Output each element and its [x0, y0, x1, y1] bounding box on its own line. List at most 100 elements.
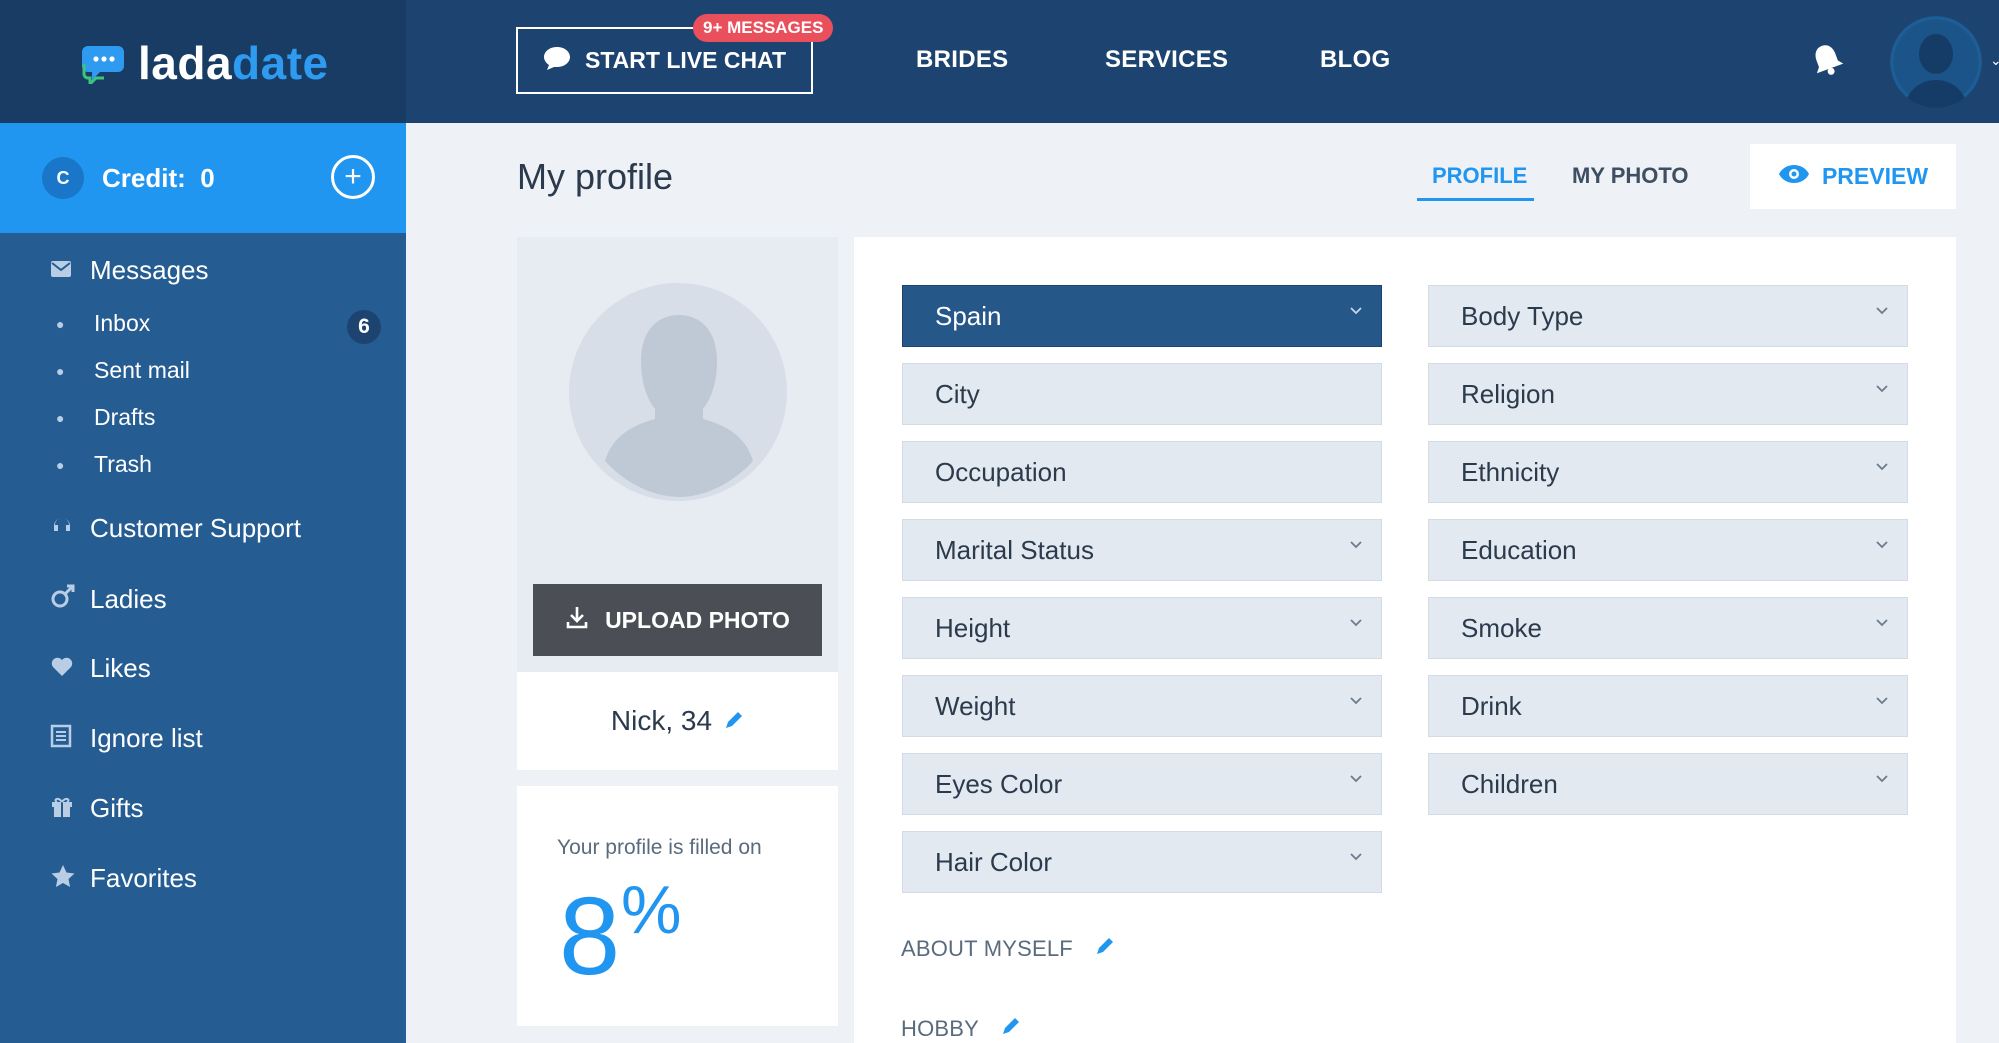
logo-text: ladadate [138, 36, 329, 90]
bell-icon[interactable] [1810, 42, 1844, 83]
preview-button[interactable]: PREVIEW [1750, 144, 1956, 209]
completion-unit: % [621, 872, 682, 948]
logo-text-date: date [232, 37, 329, 89]
select-smoke[interactable]: Smoke [1428, 597, 1908, 659]
sidebar: C Credit: 0 + Messages ● Inbox ● Sent mail… [0, 123, 406, 1043]
logo-area: ladadate [0, 0, 406, 123]
preview-label: PREVIEW [1821, 163, 1929, 189]
user-name-card: Nick, 34 [517, 672, 838, 770]
completion-value: 8 [559, 875, 621, 998]
select-religion[interactable]: Religion [1428, 363, 1908, 425]
sidebar-sub-label: Inbox [94, 310, 151, 336]
select-ethnicity[interactable]: Ethnicity [1428, 441, 1908, 503]
chevron-down-icon [1876, 307, 1888, 315]
logo[interactable]: ladadate [82, 36, 329, 90]
sidebar-item-drafts[interactable]: ● Drafts [56, 404, 155, 431]
nav-blog[interactable]: BLOG [1320, 46, 1391, 74]
pencil-icon[interactable] [724, 705, 744, 737]
bullet-icon: ● [56, 362, 65, 379]
sidebar-item-sent-mail[interactable]: ● Sent mail [56, 357, 190, 384]
avatar-placeholder [569, 283, 787, 501]
chevron-down-icon [1350, 619, 1362, 627]
add-credit-button[interactable]: + [331, 155, 375, 199]
download-icon [565, 605, 589, 635]
chevron-down-icon [1876, 697, 1888, 705]
sidebar-item-inbox[interactable]: ● Inbox [56, 310, 150, 337]
upload-photo-button[interactable]: UPLOAD PHOTO [533, 584, 822, 656]
chevron-down-icon[interactable]: ⌄ [1990, 52, 1999, 69]
sidebar-item-likes[interactable]: Likes [50, 653, 151, 684]
sidebar-item-favorites[interactable]: Favorites [50, 863, 197, 894]
field-label: Smoke [1461, 612, 1542, 643]
credit-bar: C Credit: 0 + [0, 123, 406, 233]
heart-icon [50, 655, 90, 683]
messages-badge: 9+ MESSAGES [693, 14, 834, 42]
sidebar-item-ladies[interactable]: Ladies [50, 583, 167, 615]
chevron-down-icon [1876, 463, 1888, 471]
pencil-icon[interactable] [1001, 1016, 1021, 1042]
bullet-icon: ● [56, 315, 65, 332]
page-title: My profile [517, 156, 674, 197]
avatar-icon[interactable] [1890, 16, 1982, 108]
upload-label: UPLOAD PHOTO [605, 606, 790, 633]
chevron-down-icon [1350, 853, 1362, 861]
input-occupation[interactable]: Occupation [902, 441, 1382, 503]
star-icon [50, 864, 90, 894]
select-marital-status[interactable]: Marital Status [902, 519, 1382, 581]
sidebar-sub-label: Drafts [94, 404, 156, 430]
select-education[interactable]: Education [1428, 519, 1908, 581]
sidebar-item-label: Customer Support [90, 513, 301, 543]
sidebar-item-label: Favorites [90, 863, 197, 893]
list-icon [50, 724, 90, 754]
select-hair-color[interactable]: Hair Color [902, 831, 1382, 893]
pencil-icon[interactable] [1095, 936, 1115, 962]
user-name: Nick, 34 [610, 705, 713, 736]
active-tab-indicator [1417, 198, 1534, 201]
field-label: City [935, 378, 980, 409]
gift-icon [50, 794, 90, 824]
hobby-label: HOBBY [901, 1016, 980, 1041]
chat-bubble-icon [543, 45, 571, 77]
input-city[interactable]: City [902, 363, 1382, 425]
sidebar-item-label: Ignore list [90, 723, 203, 753]
chevron-down-icon [1876, 775, 1888, 783]
select-drink[interactable]: Drink [1428, 675, 1908, 737]
sidebar-item-label: Messages [90, 255, 209, 285]
select-height[interactable]: Height [902, 597, 1382, 659]
select-weight[interactable]: Weight [902, 675, 1382, 737]
field-label: Ethnicity [1461, 456, 1560, 487]
top-bar: ladadate START LIVE CHAT 9+ MESSAGES BRI… [0, 0, 1999, 123]
select-eyes-color[interactable]: Eyes Color [902, 753, 1382, 815]
credit-text: Credit: 0 [102, 163, 215, 194]
tab-profile[interactable]: PROFILE [1432, 163, 1527, 189]
chevron-down-icon [1350, 775, 1362, 783]
field-label: Occupation [935, 456, 1067, 487]
field-label: Education [1461, 534, 1577, 565]
field-label: Body Type [1461, 300, 1584, 331]
sidebar-item-trash[interactable]: ● Trash [56, 451, 152, 478]
logo-text-lada: lada [138, 37, 233, 89]
field-label: Drink [1461, 690, 1522, 721]
field-label: Weight [935, 690, 1016, 721]
select-spain[interactable]: Spain [902, 285, 1382, 347]
select-children[interactable]: Children [1428, 753, 1908, 815]
sidebar-sub-label: Trash [94, 451, 152, 477]
chevron-down-icon [1876, 541, 1888, 549]
sidebar-item-label: Likes [90, 653, 151, 683]
sidebar-item-gifts[interactable]: Gifts [50, 793, 143, 824]
nav-services[interactable]: SERVICES [1105, 46, 1228, 74]
about-myself-label: ABOUT MYSELF [901, 936, 1073, 961]
chat-logo-icon [82, 38, 128, 89]
sidebar-item-customer-support[interactable]: Customer Support [50, 513, 301, 544]
live-chat-label: START LIVE CHAT [584, 47, 787, 73]
select-body-type[interactable]: Body Type [1428, 285, 1908, 347]
sidebar-item-ignore-list[interactable]: Ignore list [50, 723, 203, 754]
sidebar-item-messages[interactable]: Messages [50, 255, 209, 286]
credit-coin-icon: C [42, 157, 84, 199]
field-label: Height [935, 612, 1011, 643]
completion-label: Your profile is filled on [557, 836, 762, 859]
field-label: Hair Color [935, 846, 1053, 877]
sidebar-sub-label: Sent mail [94, 357, 190, 383]
tab-my-photo[interactable]: MY PHOTO [1572, 163, 1689, 189]
nav-brides[interactable]: BRIDES [916, 46, 1008, 74]
